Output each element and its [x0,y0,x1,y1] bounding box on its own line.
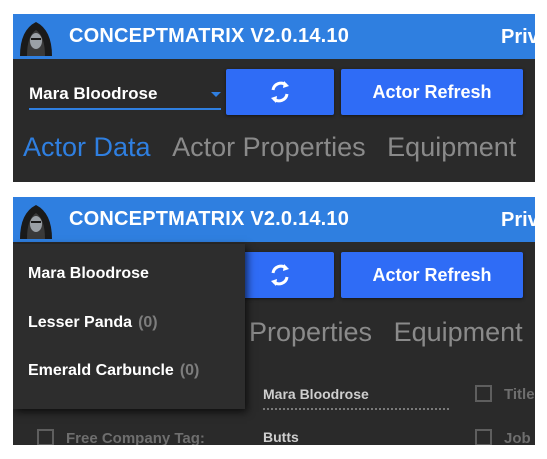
actor-refresh-button[interactable]: Actor Refresh [341,252,523,298]
app-window-top: CONCEPTMATRIX V2.0.14.10 Priv Mara Blood… [13,14,535,182]
actor-dropdown-menu: Mara Bloodrose Lesser Panda (0) Emerald C… [13,244,245,409]
dropdown-item-label: Mara Bloodrose [28,265,149,282]
dropdown-item-lesser-panda[interactable]: Lesser Panda (0) [28,314,158,332]
chevron-down-icon [211,92,221,97]
free-company-tag-label: Free Company Tag: [66,430,205,445]
tab-bar: Properties Equipment [249,317,535,348]
title-bar: CONCEPTMATRIX V2.0.14.10 Priv [13,14,535,59]
refresh-icon [271,81,289,103]
name-field[interactable]: Mara Bloodrose [263,386,449,410]
tab-actor-data[interactable]: Actor Data [23,132,151,163]
tab-actor-properties[interactable]: Actor Properties [172,132,366,163]
dropdown-item-count: (0) [179,362,200,379]
refresh-button[interactable] [226,69,334,115]
dropdown-item-count: (0) [138,314,158,331]
actor-select-value: Mara Bloodrose [29,84,158,103]
refresh-icon [271,264,289,286]
dropdown-item-mara-bloodrose[interactable]: Mara Bloodrose [28,265,149,283]
dropdown-item-label: Emerald Carbuncle [28,362,174,379]
free-company-tag-checkbox[interactable]: Free Company Tag: [37,429,205,445]
checkbox-box [475,429,492,445]
job-label: Job [504,430,531,445]
tab-actor-properties[interactable]: Properties [249,317,372,348]
hooded-figure-logo-icon [20,205,52,239]
job-checkbox[interactable]: Job [475,429,531,445]
title-bar-right-text: Priv [501,26,535,48]
checkbox-box [475,385,492,402]
actor-refresh-button[interactable]: Actor Refresh [341,69,523,115]
tab-equipment[interactable]: Equipment [394,317,523,348]
title-bar-right-text: Priv [501,209,535,231]
tab-equipment[interactable]: Equipment [387,132,516,163]
title-checkbox[interactable]: Title [475,385,535,403]
checkbox-box [37,429,54,445]
hooded-figure-logo-icon [20,22,52,56]
nickname-field[interactable]: Butts [263,429,299,445]
actor-select[interactable]: Mara Bloodrose [29,78,221,110]
tab-bar: Actor Data Actor Properties Equipment [23,132,530,163]
title-label: Title [504,386,535,403]
title-bar: CONCEPTMATRIX V2.0.14.10 Priv [13,197,535,242]
dropdown-item-label: Lesser Panda [28,314,133,331]
app-title: CONCEPTMATRIX V2.0.14.10 [69,208,350,230]
app-window-bottom: CONCEPTMATRIX V2.0.14.10 Priv Actor Refr… [13,197,535,445]
app-title: CONCEPTMATRIX V2.0.14.10 [69,25,350,47]
dropdown-item-emerald-carbuncle[interactable]: Emerald Carbuncle (0) [28,362,199,380]
